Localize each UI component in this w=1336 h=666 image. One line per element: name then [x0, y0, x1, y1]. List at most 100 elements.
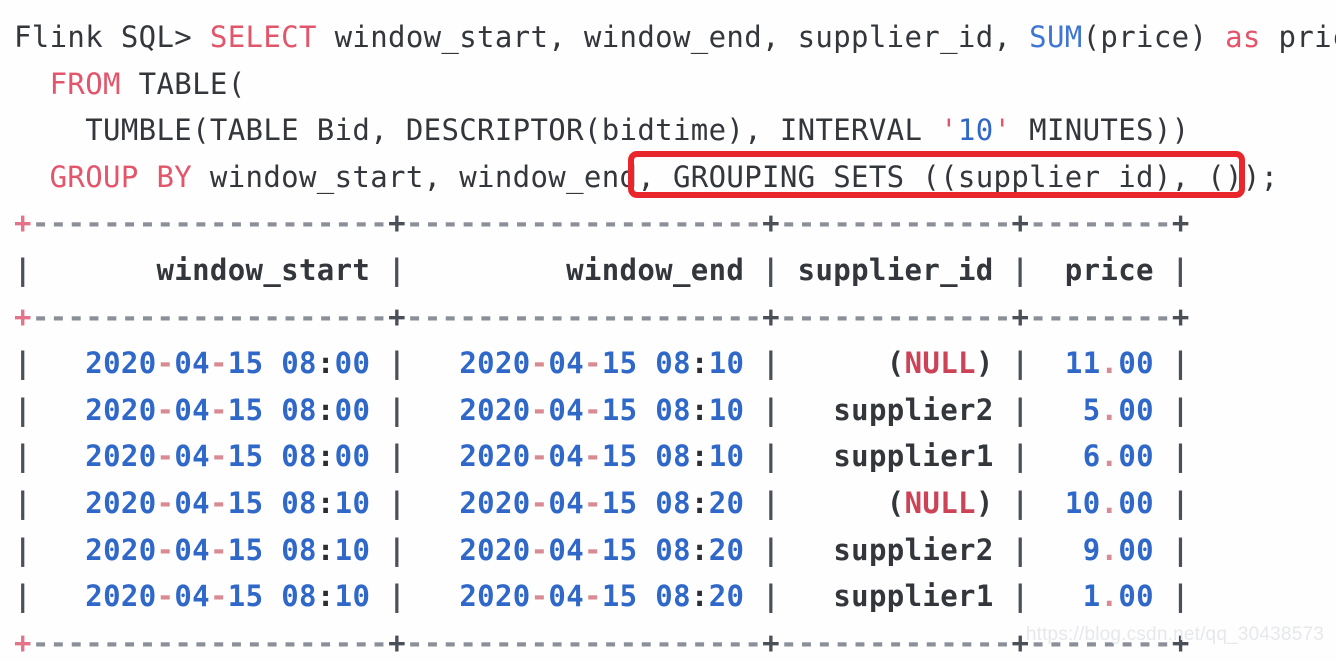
- null-paren-close: ): [975, 485, 994, 520]
- date-digit: 0: [174, 439, 193, 474]
- cell-window-end: 2020-04-15 08:20: [459, 533, 744, 567]
- date-digit: 0: [138, 579, 157, 614]
- table-rule: -: [441, 625, 460, 660]
- table-rule: -: [85, 625, 104, 660]
- date-digit: 0: [103, 439, 121, 474]
- table-rule: -: [1064, 299, 1083, 334]
- table-row: | 2020-04-15 08:10 | 2020-04-15 08:20 | …: [14, 480, 1336, 527]
- pad: [994, 486, 1012, 520]
- pad: [994, 579, 1012, 613]
- pad: [32, 346, 85, 380]
- table-rule: -: [1064, 206, 1083, 241]
- price-dot: .: [1100, 346, 1119, 381]
- date-digit: 0: [512, 485, 531, 520]
- pad: [744, 579, 762, 613]
- date-digit: 0: [138, 346, 157, 381]
- date-digit: 0: [138, 439, 157, 474]
- date-digit: 2: [708, 579, 727, 614]
- column-header-window_start: window_start: [31, 252, 389, 287]
- date-digit: 1: [227, 485, 246, 520]
- table-rule: -: [601, 206, 620, 241]
- pad: [32, 579, 85, 613]
- date-digit: 0: [655, 439, 674, 474]
- sql-token: FROM: [49, 66, 121, 101]
- date-digit: 1: [601, 392, 620, 427]
- time-colon: :: [316, 392, 335, 427]
- date-digit: 0: [352, 439, 371, 474]
- date-dash: -: [530, 532, 549, 567]
- date-digit: 2: [459, 439, 478, 474]
- date-digit: 0: [548, 392, 567, 427]
- date-digit: 5: [245, 579, 264, 614]
- cell-window-start: 2020-04-15 08:10: [85, 579, 370, 613]
- table-rule: -: [156, 625, 175, 660]
- table-rule: -: [49, 625, 68, 660]
- table-pipe: |: [14, 252, 32, 287]
- table-rule: -: [316, 625, 335, 660]
- date-dash: -: [156, 579, 175, 614]
- price-digit: 0: [1118, 579, 1137, 614]
- price-digit: 1: [1064, 485, 1083, 520]
- date-digit: 0: [512, 392, 531, 427]
- null-value: NULL: [904, 346, 976, 381]
- date-digit: 0: [512, 346, 531, 381]
- table-rule: -: [192, 299, 210, 334]
- date-digit: 5: [619, 485, 638, 520]
- table-rule: -: [1136, 299, 1154, 334]
- pad: [994, 346, 1012, 380]
- table-rule: -: [352, 625, 371, 660]
- date-digit: 0: [174, 392, 193, 427]
- table-rule: -: [192, 625, 210, 660]
- date-digit: 8: [673, 532, 691, 567]
- price-digit: 0: [1082, 485, 1101, 520]
- table-rule: -: [548, 299, 567, 334]
- table-rule: -: [530, 299, 549, 334]
- date-digit: 0: [352, 579, 371, 614]
- sql-token: ': [940, 113, 958, 148]
- date-digit: 2: [120, 532, 139, 567]
- table-pipe: |: [1011, 579, 1030, 614]
- date-digit: 0: [281, 532, 299, 567]
- table-rule: -: [851, 299, 869, 334]
- table-rule: -: [975, 299, 994, 334]
- date-digit: 8: [299, 392, 317, 427]
- table-rule: -: [103, 625, 121, 660]
- date-dash: -: [156, 346, 175, 381]
- table-rule: -: [174, 625, 193, 660]
- date-digit: 2: [120, 485, 139, 520]
- date-dash: -: [584, 392, 602, 427]
- table-pipe: |: [762, 579, 780, 614]
- table-rule: -: [299, 206, 317, 241]
- table-rule: -: [334, 299, 353, 334]
- date-digit: 2: [85, 346, 104, 381]
- date-digit: 0: [655, 485, 674, 520]
- table-pipe: |: [1171, 579, 1190, 614]
- pad: [406, 579, 459, 613]
- table-rule: -: [779, 206, 798, 241]
- table-rule: -: [423, 299, 442, 334]
- table-rule: -: [263, 625, 282, 660]
- table-rule: -: [174, 299, 193, 334]
- date-digit: 0: [138, 392, 157, 427]
- table-rule: -: [940, 625, 959, 660]
- date-digit: 0: [726, 439, 745, 474]
- date-digit: 0: [352, 485, 371, 520]
- date-digit: 2: [708, 532, 727, 567]
- date-digit: 5: [245, 392, 264, 427]
- table-rule: -: [904, 299, 923, 334]
- null-value: NULL: [904, 485, 976, 520]
- table-rule: -: [958, 206, 976, 241]
- table-separator-header: +--------------------+------------------…: [14, 294, 1336, 341]
- date-dash: -: [530, 439, 549, 474]
- table-row: | 2020-04-15 08:00 | 2020-04-15 08:10 | …: [14, 340, 1336, 387]
- table-row: | 2020-04-15 08:10 | 2020-04-15 08:20 | …: [14, 573, 1336, 620]
- table-pipe: |: [388, 252, 406, 287]
- date-digit: 0: [174, 346, 193, 381]
- price-digit: 0: [1118, 532, 1137, 567]
- date-dash: -: [209, 392, 228, 427]
- table-rule: -: [655, 299, 674, 334]
- cell-supplier-id: supplier2: [833, 533, 993, 567]
